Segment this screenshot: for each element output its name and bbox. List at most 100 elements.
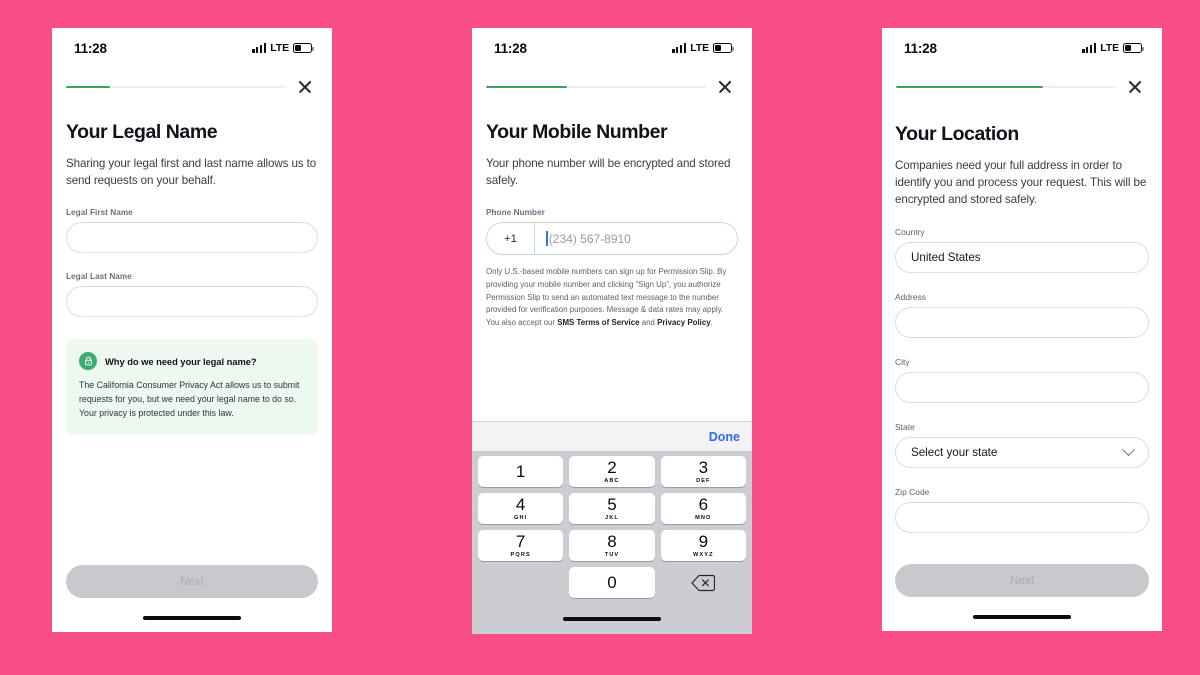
- battery-icon: [1123, 43, 1144, 53]
- disclaimer-period: .: [710, 318, 713, 328]
- key-8[interactable]: 8 TUV: [569, 530, 655, 561]
- status-indicators: LTE: [251, 42, 314, 54]
- key-7[interactable]: 7 PQRS: [478, 530, 564, 561]
- phone-number-group: +1 (234) 567-8910: [486, 222, 738, 256]
- home-indicator: [472, 604, 752, 634]
- home-indicator: [52, 604, 332, 632]
- key-4[interactable]: 4 GHI: [478, 493, 564, 524]
- close-icon[interactable]: [716, 78, 734, 96]
- key-digit: 0: [607, 573, 617, 592]
- page-title: Your Location: [895, 123, 1019, 145]
- key-digit: 6: [698, 495, 709, 514]
- label-legal-first-name: Legal First Name: [66, 208, 133, 218]
- info-card-header: Why do we need your legal name?: [79, 352, 305, 371]
- key-letters: PQRS: [510, 552, 531, 558]
- key-digit: 9: [698, 532, 709, 551]
- legal-last-name-input[interactable]: [66, 286, 318, 318]
- keyboard-accessory-bar: Done: [472, 421, 752, 451]
- screen-content: Your Mobile Number Your phone number wil…: [472, 96, 752, 421]
- next-button[interactable]: Next: [66, 565, 318, 598]
- status-time: 11:28: [494, 40, 527, 56]
- status-bar: 11:28 LTE: [52, 28, 332, 62]
- status-indicators: LTE: [1081, 42, 1144, 54]
- state-select[interactable]: Select your state: [895, 437, 1149, 469]
- sms-disclaimer: Only U.S.-based mobile numbers can sign …: [486, 266, 738, 330]
- label-zip-code: Zip Code: [895, 487, 930, 498]
- disclaimer-conjunction: and: [639, 318, 658, 328]
- battery-icon: [293, 43, 314, 53]
- status-bar: 11:28 LTE: [882, 28, 1162, 62]
- label-country: Country: [895, 227, 925, 238]
- phone-screen-legal-name: 11:28 LTE Your Legal Name Sharing your l…: [52, 28, 332, 632]
- key-1[interactable]: 1: [478, 456, 564, 487]
- label-address: Address: [895, 292, 927, 303]
- key-letters: GHI: [514, 515, 528, 521]
- home-indicator: [882, 603, 1162, 631]
- key-letters: ABC: [604, 478, 620, 484]
- key-digit: 8: [607, 532, 617, 551]
- numeric-keypad: 1 2 ABC 3 DEF 4 GHI 5 JKL 6 MNO 7 PQRS 8 TUV 9W…: [472, 451, 752, 604]
- keypad-row: 1 2 ABC 3 DEF: [475, 456, 749, 493]
- primary-action-wrap: Next: [895, 564, 1149, 603]
- phone-screen-mobile-number: 11:28 LTE Your Mobile Number Your phone …: [472, 28, 752, 634]
- key-digit: 3: [698, 458, 709, 477]
- zip-code-input[interactable]: [895, 502, 1149, 534]
- city-input[interactable]: [895, 372, 1149, 404]
- info-card-legal-name: Why do we need your legal name? The Cali…: [66, 339, 318, 436]
- sms-terms-link[interactable]: SMS Terms of Service: [557, 318, 639, 327]
- network-label: LTE: [270, 42, 289, 54]
- address-input[interactable]: [895, 307, 1149, 339]
- info-card-heading: Why do we need your legal name?: [105, 355, 257, 367]
- done-button[interactable]: Done: [709, 430, 740, 444]
- screen-content: Your Location Companies need your full a…: [882, 96, 1162, 603]
- page-title: Your Legal Name: [66, 121, 218, 143]
- legal-first-name-input[interactable]: [66, 222, 318, 254]
- key-digit: 4: [515, 495, 526, 514]
- key-9[interactable]: 9 WXYZ: [660, 530, 746, 561]
- key-5[interactable]: 5 JKL: [569, 493, 655, 524]
- signal-bars-icon: [1081, 43, 1097, 53]
- country-code[interactable]: +1: [487, 223, 535, 255]
- page-subtitle: Sharing your legal first and last name a…: [66, 157, 317, 188]
- key-letters: TUV: [604, 552, 620, 558]
- close-icon[interactable]: [296, 78, 314, 96]
- screenshot-stage: 11:28 LTE Your Legal Name Sharing your l…: [0, 0, 1200, 675]
- progress-row: [882, 62, 1162, 96]
- keypad-row: 4 GHI 5 JKL 6 MNO: [475, 493, 749, 530]
- key-blank: [478, 567, 563, 598]
- progress-row: [472, 62, 752, 96]
- chevron-down-icon: [1122, 443, 1135, 457]
- key-3[interactable]: 3 DEF: [660, 456, 746, 487]
- keypad-row: 0: [475, 567, 749, 604]
- backspace-icon[interactable]: [661, 567, 746, 598]
- privacy-policy-link[interactable]: Privacy Policy: [657, 318, 711, 327]
- status-bar: 11:28 LTE: [472, 28, 752, 62]
- status-time: 11:28: [74, 40, 107, 56]
- network-label: LTE: [690, 42, 709, 54]
- label-legal-last-name: Legal Last Name: [66, 272, 132, 282]
- key-digit: 2: [607, 458, 617, 477]
- country-input[interactable]: United States: [895, 242, 1149, 274]
- keypad-row: 7 PQRS 8 TUV 9 WXYZ: [475, 530, 749, 567]
- close-icon[interactable]: [1126, 78, 1144, 96]
- key-0[interactable]: 0: [569, 567, 655, 598]
- battery-icon: [713, 43, 734, 53]
- key-letters: JKL: [605, 515, 619, 521]
- progress-bar: [896, 85, 1116, 89]
- signal-bars-icon: [671, 43, 687, 53]
- page-subtitle: Your phone number will be encrypted and …: [486, 157, 731, 188]
- key-6[interactable]: 6 MNO: [660, 493, 746, 524]
- text-caret: [546, 231, 548, 247]
- key-digit: 5: [607, 495, 617, 514]
- key-digit: 1: [515, 462, 526, 481]
- key-digit: 7: [515, 532, 526, 551]
- progress-bar: [66, 85, 286, 89]
- screen-content: Your Legal Name Sharing your legal first…: [52, 96, 332, 604]
- key-2[interactable]: 2 ABC: [569, 456, 655, 487]
- info-card-body: The California Consumer Privacy Act allo…: [79, 380, 300, 419]
- phone-number-placeholder: (234) 567-8910: [548, 231, 631, 246]
- next-button[interactable]: Next: [895, 564, 1149, 597]
- progress-bar: [486, 85, 706, 89]
- label-state: State: [895, 422, 915, 433]
- phone-number-input[interactable]: (234) 567-8910: [535, 223, 737, 254]
